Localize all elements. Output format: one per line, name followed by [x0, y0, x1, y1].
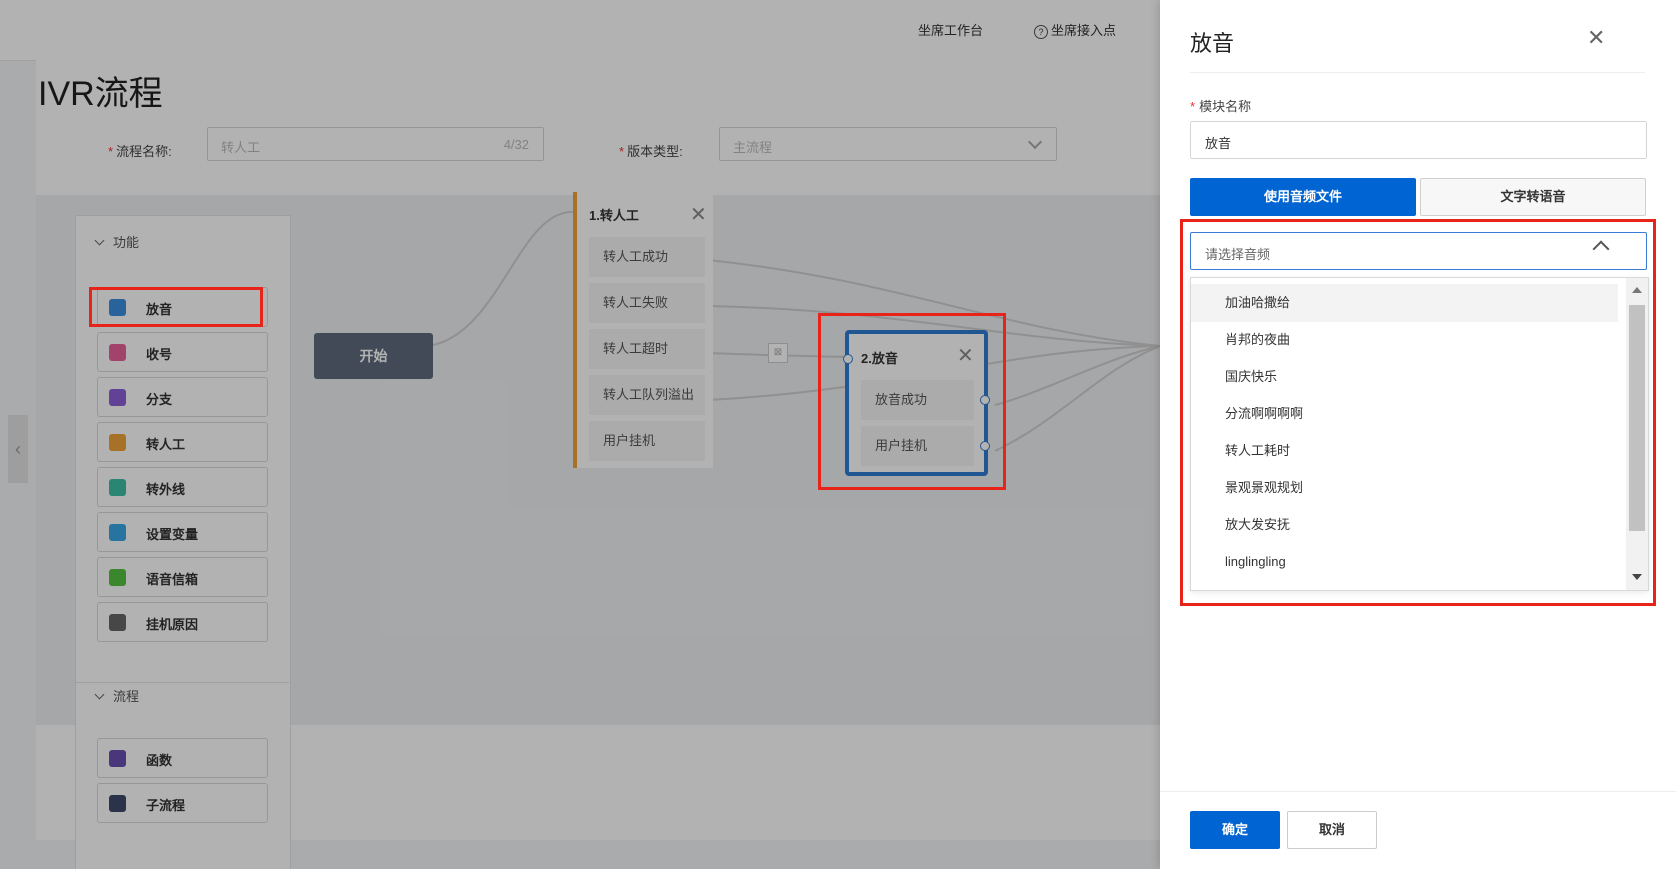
module-name-value: 放音 — [1205, 136, 1232, 151]
module-name-input[interactable]: 放音 — [1190, 121, 1647, 159]
highlight-box-audio-select — [1180, 219, 1656, 606]
text-to-speech-tab[interactable]: 文字转语音 — [1420, 178, 1646, 216]
highlight-box-audio-node — [818, 313, 1006, 490]
drawer-divider — [1190, 72, 1645, 73]
close-icon[interactable]: ✕ — [1587, 25, 1605, 51]
drawer-title: 放音 — [1190, 31, 1235, 56]
confirm-button[interactable]: 确定 — [1190, 811, 1280, 849]
use-audio-file-tab[interactable]: 使用音频文件 — [1190, 178, 1416, 216]
module-name-label: * 模块名称 — [1190, 99, 1252, 114]
ivr-flow-page: 坐席工作台 ? 坐席接入点 IVR流程 * 流程名称: 转人工 4/32 * 版本类型… — [0, 0, 1160, 869]
cancel-button[interactable]: 取消 — [1287, 811, 1377, 849]
drawer-footer-divider — [1160, 791, 1676, 792]
highlight-box-palette-audio — [89, 287, 263, 327]
play-audio-drawer: 放音 ✕ * 模块名称 放音 使用音频文件 文字转语音 请选择音频 加油哈撒给 肖… — [1160, 0, 1676, 869]
